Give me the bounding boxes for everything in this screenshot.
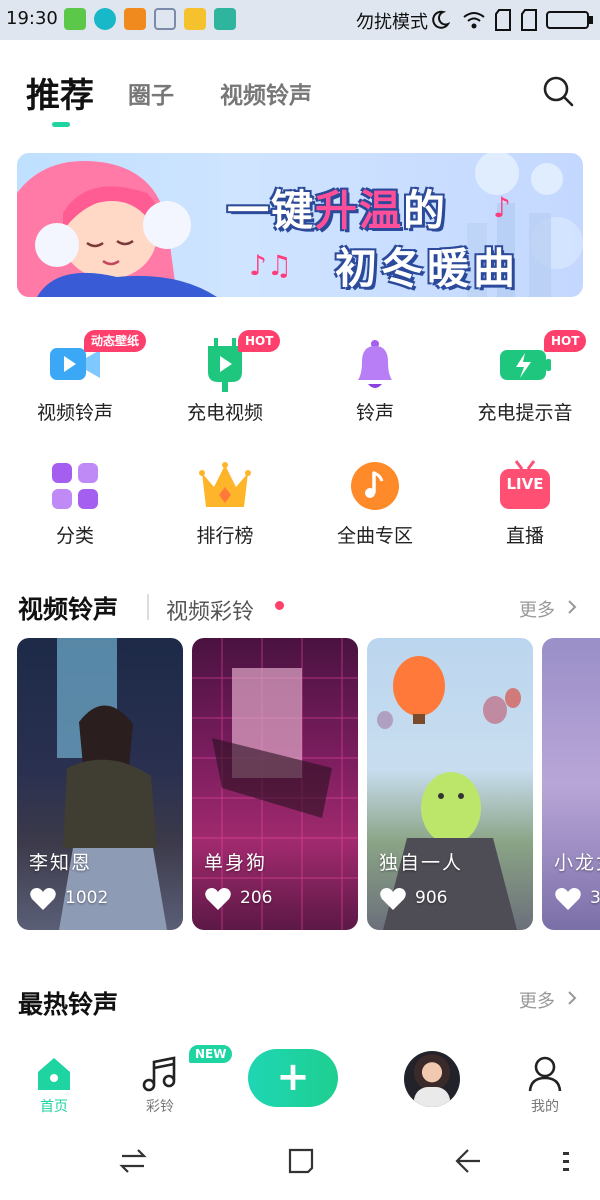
banner-title-line1: 一键升温的 xyxy=(227,177,447,238)
home-icon xyxy=(38,1058,70,1090)
banner-line1-text: 一键升温的 xyxy=(227,186,448,235)
nav-label-home: 首页 xyxy=(40,1099,68,1115)
chevron-right-icon xyxy=(568,600,577,614)
card-likes: 206 xyxy=(240,888,273,908)
tab-active-indicator xyxy=(52,122,70,127)
grid-charging-sound[interactable]: HOT 充电提示音 xyxy=(450,330,600,440)
grid-label: 铃声 xyxy=(355,402,394,424)
grid-charging-video[interactable]: HOT 充电视频 xyxy=(150,330,300,440)
nav-label-caling: 彩铃 xyxy=(146,1099,174,1115)
banner-title-line2: 初冬暖曲 xyxy=(335,244,520,293)
grid-label: 排行榜 xyxy=(196,525,254,547)
app-icon xyxy=(94,8,116,30)
grid-ringtone[interactable]: 铃声 xyxy=(300,330,450,440)
tab-recommend[interactable]: 推荐 xyxy=(26,68,94,117)
usb-icon xyxy=(214,8,236,30)
tab-video-ringtone[interactable]: 视频铃声 xyxy=(220,76,312,110)
hot-section-title: 最热铃声 xyxy=(18,990,119,1019)
nav-caling[interactable]: 彩铃 xyxy=(120,1050,200,1126)
video-section-subtitle[interactable]: 视频彩铃 xyxy=(166,594,254,626)
grid-label: 直播 xyxy=(505,525,544,547)
card-title: 单身狗 xyxy=(204,852,268,874)
grid-badge: 动态壁纸 xyxy=(84,330,147,352)
svg-text:♪♫: ♪♫ xyxy=(249,249,292,282)
status-bar: 19:30 勿扰模式 xyxy=(0,0,600,40)
grid-label: 视频铃声 xyxy=(36,402,113,424)
more-text: 更多 xyxy=(519,991,555,1012)
avatar-body xyxy=(414,1087,450,1107)
card-likes: 3 xyxy=(590,888,600,908)
status-mode: 勿扰模式 xyxy=(356,12,428,33)
avatar[interactable] xyxy=(404,1051,460,1107)
grid-label: 充电提示音 xyxy=(477,402,573,424)
grid-label: 分类 xyxy=(55,525,94,547)
app-root: 19:30 勿扰模式 推荐 圈子 视频铃声 ♪♫ ♪ 一键升温的 初冬暖曲 动态… xyxy=(0,0,600,1200)
music-note-icon xyxy=(142,1056,176,1092)
tab-circle[interactable]: 圈子 xyxy=(128,76,174,110)
crown-icon xyxy=(199,462,251,507)
svg-text:♪: ♪ xyxy=(493,191,511,224)
card-likes: 1002 xyxy=(65,888,109,908)
moon-icon xyxy=(432,10,450,29)
card-title: 独自一人 xyxy=(379,852,464,874)
plus-icon: + xyxy=(276,1054,310,1100)
menu-dots-icon[interactable] xyxy=(560,1146,574,1176)
system-nav-bar xyxy=(0,1126,600,1200)
banner-highlight-text: 升温 xyxy=(315,186,404,235)
nav-home[interactable]: 首页 xyxy=(14,1050,94,1126)
promo-banner[interactable]: ♪♫ ♪ 一键升温的 初冬暖曲 xyxy=(17,153,583,297)
sim-card-icon xyxy=(521,9,537,31)
category-icon xyxy=(52,463,98,509)
grid-badge: HOT xyxy=(238,330,281,352)
grid-label: 充电视频 xyxy=(186,402,263,424)
heart-icon xyxy=(380,888,406,910)
user-icon xyxy=(528,1056,562,1092)
heart-icon xyxy=(555,888,581,910)
heart-icon xyxy=(205,888,231,910)
video-card[interactable]: 李知恩 1002 xyxy=(17,638,183,930)
new-dot xyxy=(275,601,284,610)
grid-live[interactable]: LIVE 直播 xyxy=(450,455,600,565)
sim-icon xyxy=(64,8,86,30)
card-likes: 906 xyxy=(415,888,448,908)
add-button[interactable]: + xyxy=(248,1049,338,1107)
music-disc-icon xyxy=(351,462,399,510)
card-title: 李知恩 xyxy=(29,852,93,874)
heart-icon xyxy=(30,888,56,910)
sim-card-icon xyxy=(495,9,511,31)
grid-video-ringtone[interactable]: 动态壁纸 视频铃声 xyxy=(0,330,150,440)
grid-badge: HOT xyxy=(544,330,587,352)
video-section-title: 视频铃声 xyxy=(18,595,119,624)
grid-category[interactable]: 分类 xyxy=(0,455,150,565)
card-title: 小龙女 xyxy=(554,852,600,874)
cleaner-icon xyxy=(154,8,176,30)
status-time: 19:30 xyxy=(6,8,58,29)
wifi-icon xyxy=(463,12,485,29)
more-text: 更多 xyxy=(519,600,555,621)
home-square-icon[interactable] xyxy=(286,1146,316,1176)
switch-apps-icon[interactable] xyxy=(118,1146,148,1176)
bell-icon xyxy=(358,340,392,388)
grid-full-songs[interactable]: 全曲专区 xyxy=(300,455,450,565)
live-icon-text: LIVE xyxy=(506,475,544,493)
video-more-link[interactable]: 更多 xyxy=(519,596,555,622)
grid-label: 全曲专区 xyxy=(336,525,413,547)
folder-icon xyxy=(184,8,206,30)
video-card[interactable]: 单身狗 206 xyxy=(192,638,358,930)
hot-more-link[interactable]: 更多 xyxy=(519,987,555,1013)
search-icon[interactable] xyxy=(541,74,575,108)
video-card[interactable]: 独自一人 906 xyxy=(367,638,533,930)
new-badge: NEW xyxy=(189,1045,233,1063)
section-divider xyxy=(147,594,149,620)
bottom-nav: 首页 彩铃 NEW + 我的 xyxy=(0,1040,600,1126)
chevron-right-icon xyxy=(568,991,577,1005)
back-icon[interactable] xyxy=(452,1146,482,1176)
video-card[interactable]: 小龙女 3 xyxy=(542,638,600,930)
grid-ranking[interactable]: 排行榜 xyxy=(150,455,300,565)
nav-label-mine: 我的 xyxy=(531,1099,559,1115)
warning-icon xyxy=(124,8,146,30)
nav-mine[interactable]: 我的 xyxy=(505,1050,585,1126)
battery-icon xyxy=(546,11,593,29)
